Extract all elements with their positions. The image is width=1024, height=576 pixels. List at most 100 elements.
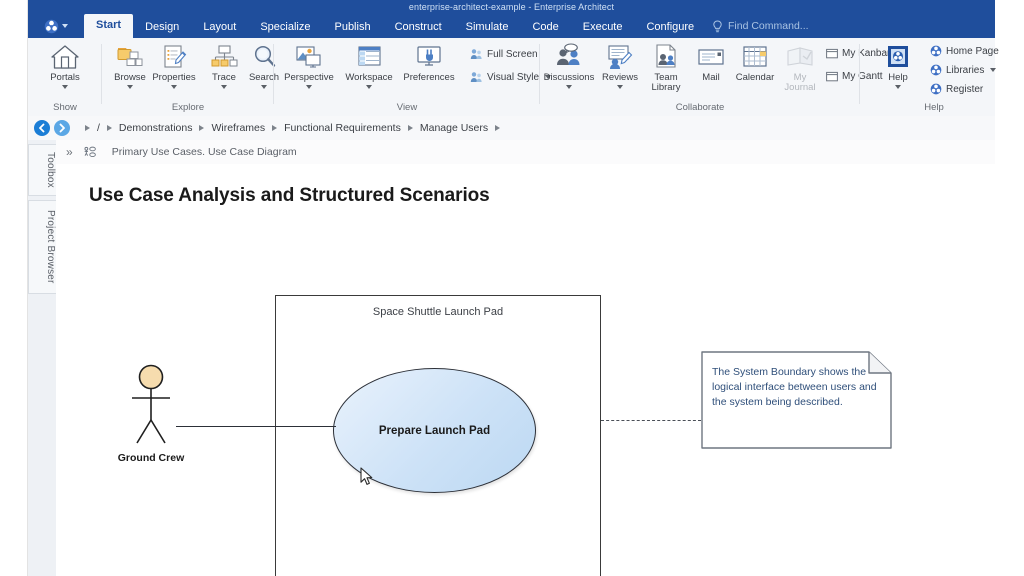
portals-dropdown-caret-icon[interactable] [62,85,68,89]
sidebar-item-toolbox[interactable]: Toolbox [28,144,56,196]
ea-globe-icon [930,45,942,57]
breadcrumb-item-manage-users[interactable]: Manage Users [417,122,491,134]
ea-logo-glyph [44,19,59,34]
title-bar: enterprise-architect-example - Enterpris… [28,0,995,14]
perspective-dropdown-caret-icon[interactable] [306,85,312,89]
full-screen-icon [470,48,483,60]
note-node[interactable]: The System Boundary shows the logical in… [701,351,892,449]
breadcrumb-separator-icon [272,125,277,131]
page-title: Use Case Analysis and Structured Scenari… [89,185,490,207]
browse-dropdown-caret-icon[interactable] [127,85,133,89]
tab-start[interactable]: Start [84,14,133,38]
preferences-button[interactable]: Preferences [400,42,458,83]
ea-globe-icon [930,64,942,76]
visual-style-icon [470,71,483,83]
reviews-button[interactable]: Reviews [596,42,644,89]
my-journal-label: My Journal [777,73,823,93]
breadcrumb-separator-icon [199,125,204,131]
tab-publish[interactable]: Publish [322,17,382,38]
trace-dropdown-caret-icon[interactable] [221,85,227,89]
discussions-button[interactable]: Discussions [542,42,596,89]
tab-simulate[interactable]: Simulate [454,17,521,38]
breadcrumb-separator-icon [495,125,500,131]
team-library-icon [651,42,681,70]
ribbon-tabs: Start Design Layout Specialize Publish C… [84,14,706,38]
breadcrumb: / Demonstrations Wireframes Functional R… [82,122,503,134]
reviews-dropdown-caret-icon[interactable] [617,85,623,89]
my-journal-button[interactable]: My Journal [778,42,822,93]
association-connector[interactable] [176,426,336,427]
perspective-button[interactable]: Perspective [280,42,338,89]
portals-label: Portals [50,73,80,83]
team-library-button[interactable]: Team Library [644,42,688,93]
back-arrow-icon[interactable] [34,120,50,136]
portals-button[interactable]: Portals [39,42,91,89]
properties-button[interactable]: Properties [148,42,200,89]
help-dropdown-caret-icon[interactable] [895,85,901,89]
perspective-image-icon [294,42,324,70]
stick-figure-actor-icon [112,364,190,446]
tab-specialize[interactable]: Specialize [248,17,322,38]
search-dropdown-caret-icon[interactable] [261,85,267,89]
reviews-icon [605,42,635,70]
actor-node[interactable]: Ground Crew [112,364,190,464]
ribbon-group-help: Help Home Page Librarie [860,38,995,116]
visual-style-label: Visual Style [487,72,539,83]
tab-layout[interactable]: Layout [191,17,248,38]
note-anchor-connector[interactable] [601,420,701,421]
discussions-dropdown-caret-icon[interactable] [566,85,572,89]
discussions-icon [554,42,584,70]
ribbon-group-show: Portals Show [28,38,102,116]
libraries-button[interactable]: Libraries [930,64,996,76]
ribbon-body: Portals Show Browse [28,38,995,117]
system-boundary-label: Space Shuttle Launch Pad [276,306,600,318]
lightbulb-icon [712,20,723,33]
note-text: The System Boundary shows the logical in… [712,365,880,410]
tab-construct[interactable]: Construct [383,17,454,38]
tab-code[interactable]: Code [520,17,570,38]
full-screen-button[interactable]: Full Screen [470,48,538,60]
register-label: Register [946,84,983,95]
group-label-collaborate: Collaborate [540,102,860,113]
mouse-pointer-icon [360,467,373,491]
use-case-diagram-icon[interactable] [83,146,96,159]
ea-globe-icon [930,83,942,95]
document-pencil-icon [159,42,189,70]
workspace-dropdown-caret-icon[interactable] [366,85,372,89]
mail-button[interactable]: Mail [690,42,732,83]
diagram-canvas[interactable]: Use Case Analysis and Structured Scenari… [56,164,995,576]
find-command-placeholder: Find Command... [728,20,809,32]
help-book-icon [885,42,911,70]
logo-dropdown-caret-icon [62,24,68,28]
group-label-view: View [274,102,540,113]
find-command-box[interactable]: Find Command... [712,14,809,38]
sidebar-item-project-browser[interactable]: Project Browser [28,200,56,294]
breadcrumb-item-wireframes[interactable]: Wireframes [208,122,268,134]
breadcrumb-separator-icon [408,125,413,131]
tab-design[interactable]: Design [133,17,191,38]
workspace-button[interactable]: Workspace [340,42,398,89]
tab-configure[interactable]: Configure [634,17,706,38]
perspective-label: Perspective [284,73,334,83]
ribbon-group-explore: Browse Prope [102,38,274,116]
home-page-button[interactable]: Home Page [930,45,999,57]
tab-execute[interactable]: Execute [571,17,635,38]
group-label-help: Help [904,102,964,113]
double-chevron-right-icon[interactable]: » [66,146,73,158]
team-library-label: Team Library [643,73,689,93]
enterprise-architect-logo-icon[interactable] [44,17,70,35]
breadcrumb-separator-icon [107,125,112,131]
properties-label: Properties [152,73,195,83]
kanban-board-icon [826,48,838,59]
breadcrumb-item-demonstrations[interactable]: Demonstrations [116,122,196,134]
calendar-button[interactable]: Calendar [730,42,780,83]
register-button[interactable]: Register [930,83,983,95]
properties-dropdown-caret-icon[interactable] [171,85,177,89]
breadcrumb-item-root[interactable]: / [94,122,103,134]
libraries-dropdown-caret-icon[interactable] [990,68,996,72]
help-button[interactable]: Help [880,42,916,89]
calendar-label: Calendar [736,73,775,83]
forward-arrow-icon[interactable] [54,120,70,136]
document-tab-label: Primary Use Cases. Use Case Diagram [112,146,297,158]
breadcrumb-item-functional-requirements[interactable]: Functional Requirements [281,122,404,134]
